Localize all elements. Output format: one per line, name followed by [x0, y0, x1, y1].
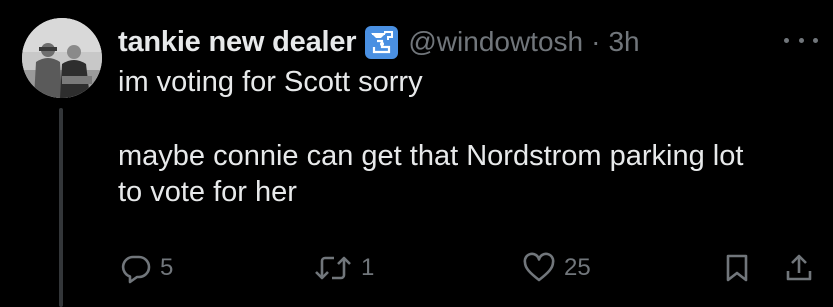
separator-dot: · — [591, 26, 601, 57]
reply-count: 5 — [160, 254, 174, 281]
retweet-count: 1 — [361, 254, 375, 281]
retweet-icon — [315, 256, 351, 280]
tweet-text-line: im voting for Scott sorry — [118, 66, 423, 98]
like-button[interactable]: 25 — [522, 248, 591, 288]
affiliate-badge-icon[interactable] — [365, 25, 399, 59]
retweet-button[interactable]: 1 — [313, 248, 374, 288]
bookmark-icon — [726, 254, 748, 282]
tweet-text-line: maybe connie can get that Nordstrom park… — [118, 140, 744, 172]
display-name[interactable]: tankie new dealer — [118, 26, 357, 59]
avatar-photo — [22, 18, 102, 98]
reply-button[interactable]: 5 — [120, 248, 173, 288]
timestamp[interactable]: 3h — [608, 26, 639, 58]
tweet-text-line: to vote for her — [118, 176, 297, 208]
share-icon — [786, 254, 812, 281]
share-button[interactable] — [784, 248, 814, 288]
tweet-text: im voting for Scott sorry maybe connie c… — [118, 64, 808, 210]
tweet[interactable]: tankie new dealer @windowtosh · 3h im vo… — [0, 0, 833, 307]
reply-bubble-icon — [121, 255, 151, 284]
action-bar: 5 1 25 — [0, 248, 833, 288]
avatar[interactable] — [22, 18, 102, 98]
bookmark-button[interactable] — [723, 248, 751, 288]
like-count: 25 — [564, 254, 591, 281]
tweet-header: tankie new dealer @windowtosh · 3h — [118, 22, 640, 62]
heart-icon — [523, 252, 555, 282]
more-horizontal-icon[interactable] — [784, 30, 818, 50]
handle[interactable]: @windowtosh — [408, 26, 583, 58]
